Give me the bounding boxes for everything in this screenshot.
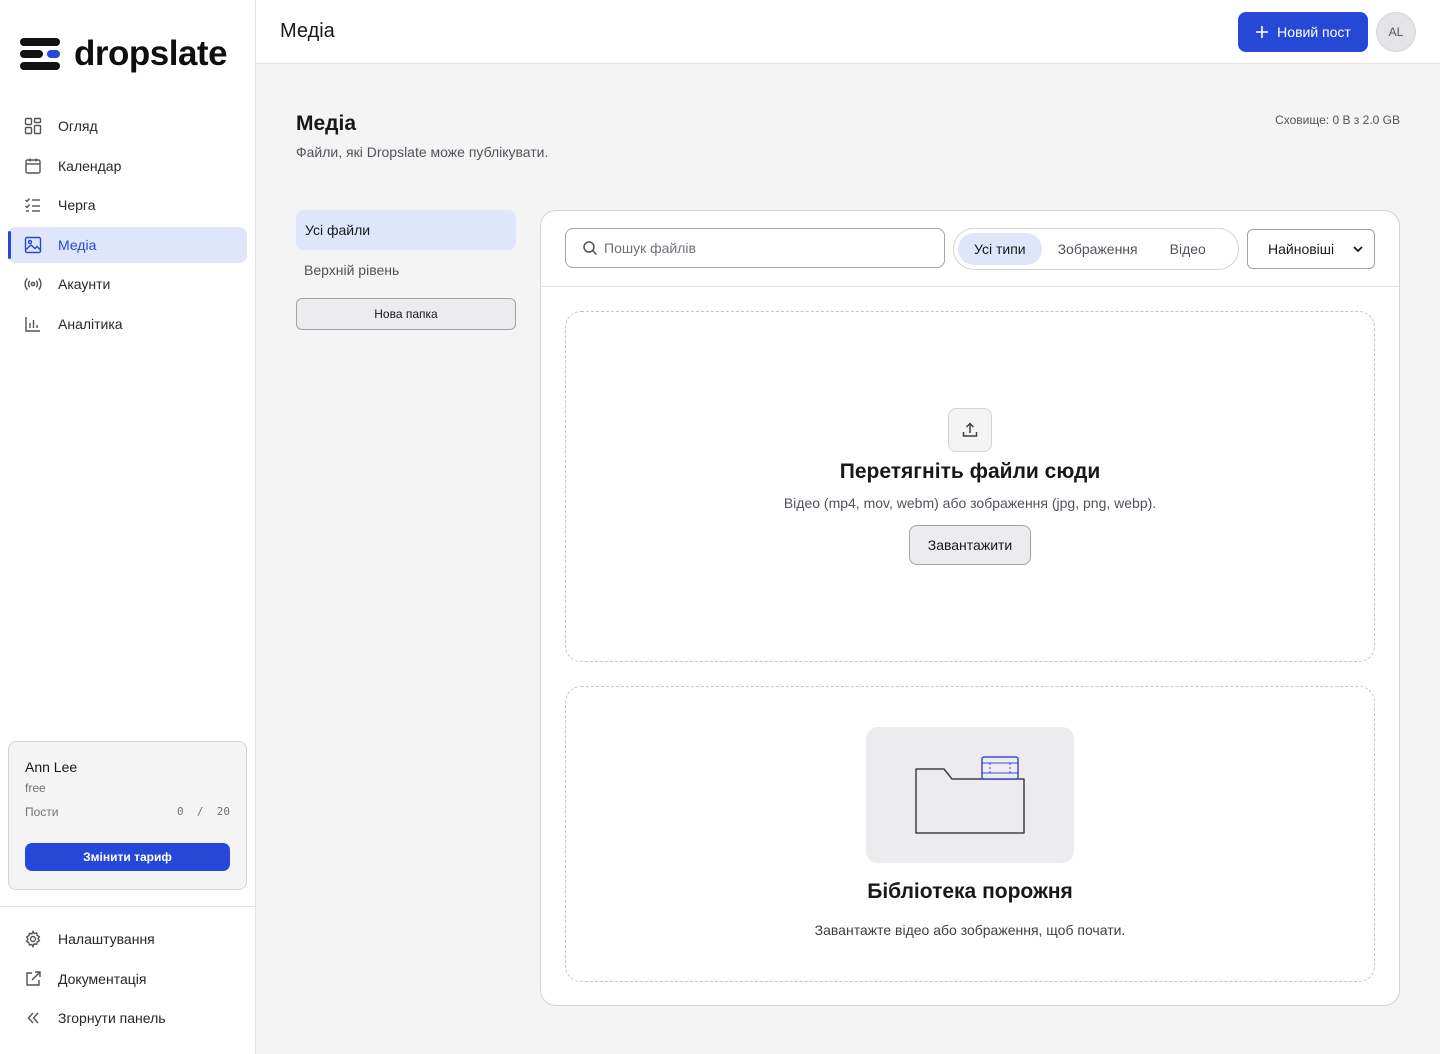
nav-item-label: Налаштування <box>58 931 155 947</box>
upload-button[interactable]: Завантажити <box>909 525 1031 565</box>
nav-item-label: Акаунти <box>58 276 111 292</box>
bar-chart-icon <box>23 314 43 334</box>
empty-illustration <box>866 727 1074 863</box>
upload-icon-box <box>948 408 992 452</box>
nav-item-docs[interactable]: Документація <box>8 961 247 997</box>
topbar-title: Медіа <box>280 20 335 42</box>
posts-limit: 20 <box>216 805 230 818</box>
plan-usage-row: Пости 0 / 20 <box>25 805 230 819</box>
nav-item-label: Документація <box>58 970 147 987</box>
topbar: Медіа Новий пост AL <box>256 0 1440 64</box>
posts-separator: / <box>196 805 204 818</box>
page-subtitle: Файли, які Dropslate може публікувати. <box>296 144 549 160</box>
folder-top-level[interactable]: Верхній рівень <box>296 250 516 290</box>
broadcast-icon <box>23 274 43 294</box>
calendar-icon <box>23 156 43 176</box>
sort-select[interactable]: Найновіші <box>1247 229 1375 269</box>
nav-item-label: Згорнути панель <box>58 1010 166 1026</box>
empty-state: Бібліотека порожня Завантажте відео або … <box>565 686 1375 982</box>
chevrons-left-icon <box>23 1008 43 1028</box>
nav-item-accounts[interactable]: Акаунти <box>8 266 247 302</box>
logo-text: dropslate <box>74 34 228 73</box>
avatar[interactable]: AL <box>1376 12 1416 52</box>
search-input[interactable] <box>604 240 934 256</box>
nav-item-label: Аналітика <box>58 315 123 332</box>
search-icon <box>583 241 598 256</box>
storage-usage: Сховище: 0 B з 2.0 GB <box>1275 113 1400 127</box>
sort-value: Найновіші <box>1268 241 1335 257</box>
empty-title: Бібліотека порожня <box>867 880 1073 903</box>
gear-icon <box>23 929 43 949</box>
upload-dropzone[interactable]: Перетягніть файли сюди Відео (mp4, mov, … <box>565 311 1375 662</box>
logo-mark-icon <box>20 38 60 70</box>
folder-all-files[interactable]: Усі файли <box>296 210 516 250</box>
dropzone-subtitle: Відео (mp4, mov, webm) або зображення (j… <box>783 495 1157 511</box>
type-filter-video[interactable]: Відео <box>1154 233 1222 265</box>
nav-item-media[interactable]: Медіа <box>8 226 247 263</box>
sidebar-divider <box>0 906 256 907</box>
type-filter-all[interactable]: Усі типи <box>958 233 1042 265</box>
sidebar: dropslate Огляд Календар Черга Медіа Ака… <box>0 0 256 1054</box>
media-toolbar: Усі типи Зображення Відео Найновіші <box>541 211 1399 287</box>
plan-card: Ann Lee free Пости 0 / 20 Змінити тариф <box>8 741 247 890</box>
nav-item-label: Черга <box>58 197 96 213</box>
main-nav: Огляд Календар Черга Медіа Акаунти Аналі… <box>8 108 247 345</box>
plan-tier: free <box>25 781 46 795</box>
external-link-icon <box>23 969 43 989</box>
nav-item-analytics[interactable]: Аналітика <box>8 306 247 342</box>
type-filter: Усі типи Зображення Відео <box>953 228 1239 270</box>
empty-subtitle: Завантажте відео або зображення, щоб поч… <box>814 922 1126 938</box>
grid-icon <box>23 116 43 136</box>
new-post-label: Новий пост <box>1277 24 1351 40</box>
checklist-icon <box>23 195 43 215</box>
nav-item-label: Календар <box>58 157 122 174</box>
nav-item-calendar[interactable]: Календар <box>8 148 247 184</box>
page-title: Медіа <box>296 112 357 135</box>
nav-item-queue[interactable]: Черга <box>8 187 247 223</box>
folder-film-icon <box>915 756 1025 834</box>
nav-item-label: Медіа <box>58 236 97 253</box>
nav-item-settings[interactable]: Налаштування <box>8 921 247 957</box>
plan-posts-label: Пости <box>25 805 59 819</box>
image-icon <box>23 235 43 255</box>
dropzone-title: Перетягніть файли сюди <box>839 460 1101 483</box>
plan-user-name: Ann Lee <box>25 759 78 775</box>
bottom-nav: Налаштування Документація Згорнути панел… <box>8 921 247 1040</box>
posts-used: 0 <box>177 805 184 818</box>
nav-item-label: Огляд <box>58 118 98 134</box>
chevron-down-icon <box>1353 246 1363 253</box>
media-panel: Усі типи Зображення Відео Найновіші Пере… <box>540 210 1400 1006</box>
search-box[interactable] <box>565 228 945 268</box>
upload-icon <box>962 422 978 437</box>
plus-icon <box>1256 26 1269 38</box>
nav-item-overview[interactable]: Огляд <box>8 108 247 144</box>
new-post-button[interactable]: Новий пост <box>1238 12 1368 52</box>
logo[interactable]: dropslate <box>20 34 228 73</box>
new-folder-button[interactable]: Нова папка <box>296 298 516 330</box>
nav-item-collapse[interactable]: Згорнути панель <box>8 1000 247 1036</box>
type-filter-images[interactable]: Зображення <box>1042 233 1154 265</box>
change-plan-button[interactable]: Змінити тариф <box>25 843 230 871</box>
plan-posts-count: 0 / 20 <box>177 805 230 819</box>
